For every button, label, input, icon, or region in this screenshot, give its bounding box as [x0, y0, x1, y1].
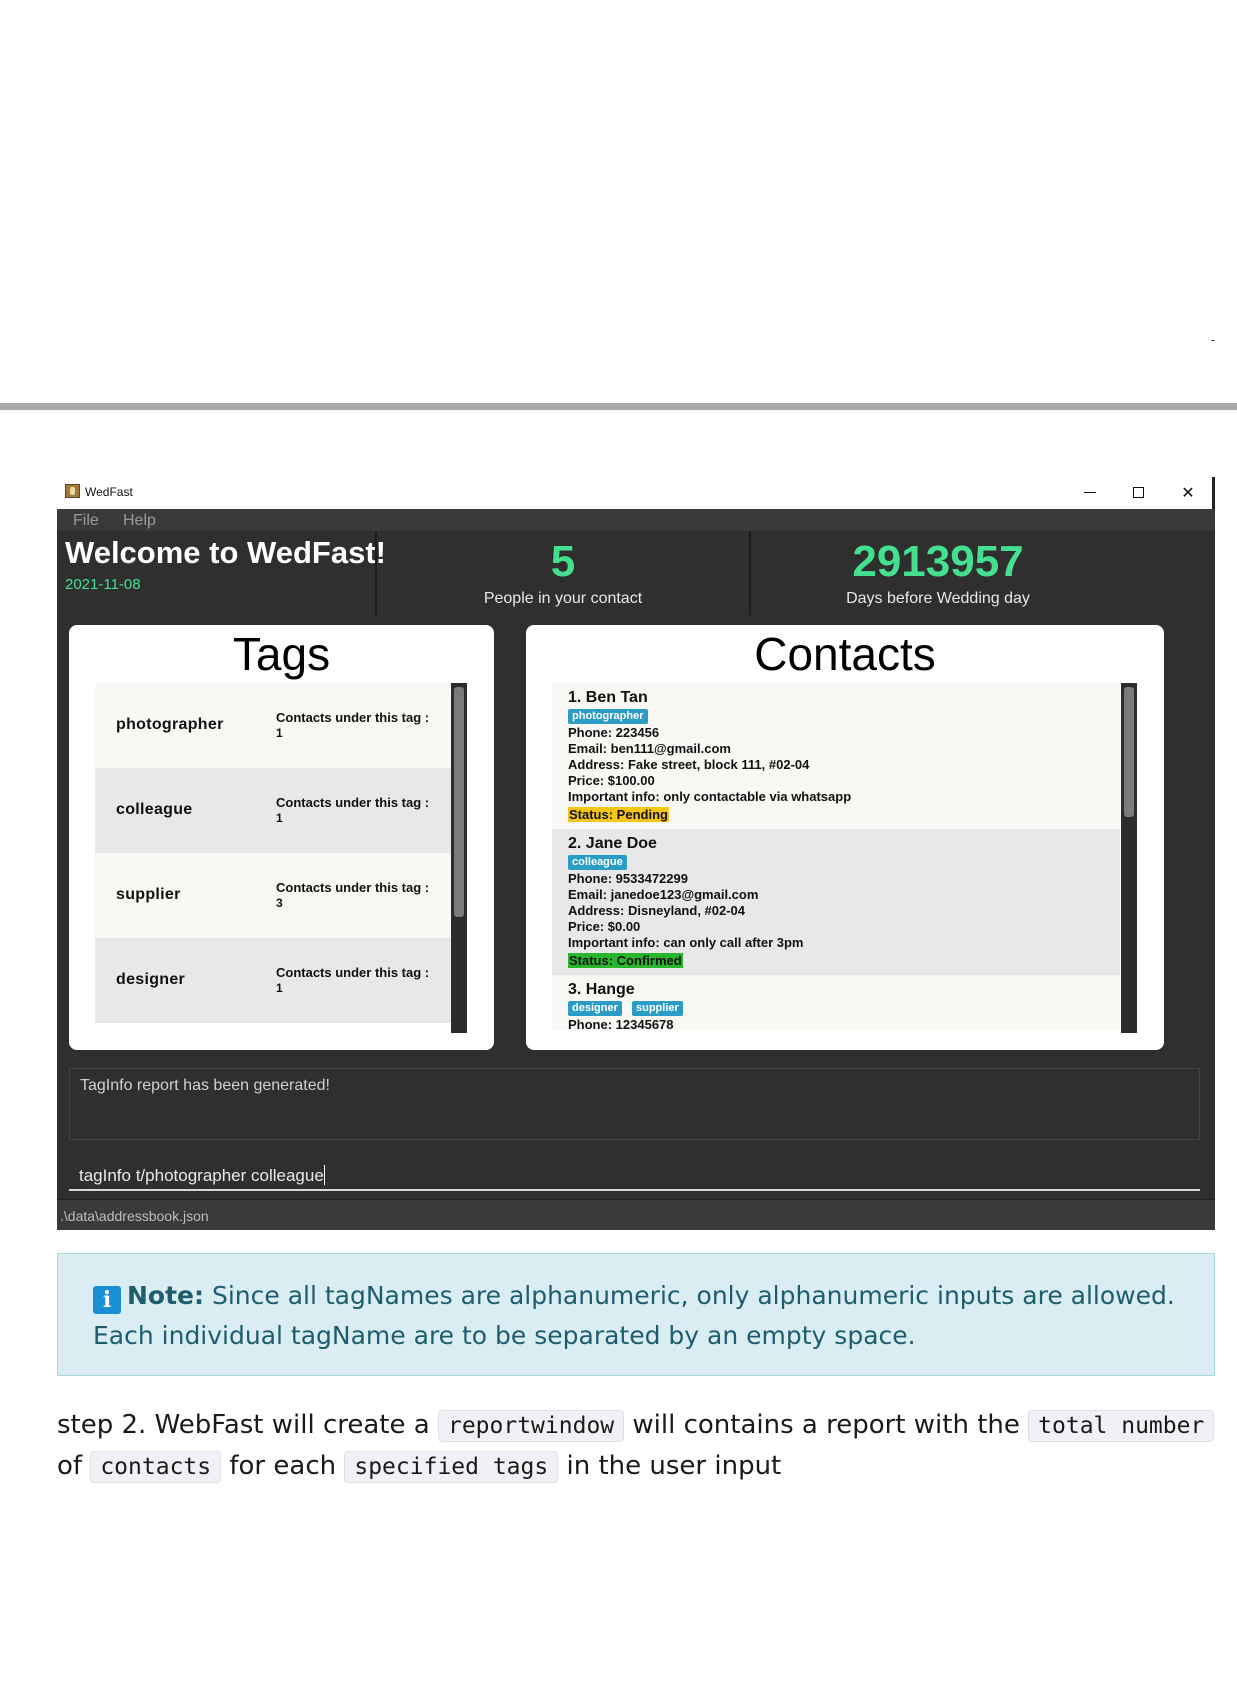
- tag-chip: colleague: [568, 855, 627, 870]
- menu-file[interactable]: File: [73, 512, 99, 530]
- contacts-panel: Contacts 1. Ben Tan photographer Phone: …: [526, 625, 1164, 1050]
- welcome-title: Welcome to WedFast!: [65, 535, 386, 570]
- current-date: 2021-11-08: [65, 576, 141, 593]
- minimize-icon: [1084, 492, 1096, 493]
- tag-chip: photographer: [568, 709, 648, 724]
- info-icon: i: [93, 1286, 121, 1314]
- status-bar: .\data\addressbook.json: [57, 1199, 1215, 1230]
- tags-scrollbar-thumb[interactable]: [454, 687, 464, 917]
- step-text: for each: [221, 1451, 345, 1481]
- contact-address: Address: Fake street, block 111, #02-04: [568, 757, 810, 772]
- header: Welcome to WedFast! 2021-11-08 5 People …: [57, 531, 1215, 615]
- step-text: of: [57, 1451, 91, 1481]
- step-text: will contains a report with the: [624, 1410, 1029, 1440]
- result-message: TagInfo report has been generated!: [80, 1077, 330, 1094]
- contact-phone: Phone: 12345678: [568, 1017, 674, 1030]
- step-text: step 2. WebFast will create a: [57, 1410, 438, 1440]
- tag-count: 1: [276, 981, 283, 995]
- days-count: 2913957: [852, 537, 1024, 586]
- contact-card[interactable]: 3. Hange designer supplier Phone: 123456…: [552, 975, 1120, 1030]
- contacts-scrollbar[interactable]: [1121, 683, 1137, 1033]
- contact-name: 1. Ben Tan: [568, 689, 648, 706]
- contacts-scrollbar-thumb[interactable]: [1124, 687, 1134, 817]
- people-count: 5: [550, 537, 576, 586]
- app-icon: [65, 484, 80, 498]
- contact-email: Email: janedoe123@gmail.com: [568, 887, 759, 902]
- window-edge: [1212, 477, 1215, 509]
- save-location: .\data\addressbook.json: [60, 1208, 209, 1224]
- contact-info: Important info: only contactable via wha…: [568, 789, 852, 804]
- tag-name: colleague: [116, 801, 193, 818]
- contact-info: Important info: can only call after 3pm: [568, 935, 804, 950]
- tag-row[interactable]: photographer Contacts under this tag : 1: [95, 683, 451, 768]
- tag-count-label: Contacts under this tag :: [276, 880, 430, 895]
- contact-card[interactable]: 1. Ben Tan photographer Phone: 223456 Em…: [552, 683, 1120, 829]
- menu-help[interactable]: Help: [123, 512, 156, 530]
- note-label: Note:: [127, 1281, 205, 1310]
- contact-address: Address: Disneyland, #02-04: [568, 903, 746, 918]
- inline-code: contacts: [90, 1451, 222, 1483]
- maximize-button[interactable]: [1115, 477, 1163, 509]
- tag-chip: supplier: [632, 1001, 683, 1016]
- tag-count: 3: [276, 896, 283, 910]
- tag-count-label: Contacts under this tag :: [276, 795, 430, 810]
- stray-mark: [1211, 340, 1215, 341]
- step-paragraph: step 2. WebFast will create a reportwind…: [57, 1405, 1227, 1487]
- minimize-button[interactable]: [1066, 477, 1114, 509]
- window-title: WedFast: [85, 485, 133, 499]
- inline-code: specified tags: [344, 1451, 559, 1483]
- tags-title: Tags: [232, 628, 331, 680]
- tag-name: photographer: [116, 716, 224, 733]
- close-icon: ✕: [1181, 483, 1195, 502]
- days-label: Days before Wedding day: [846, 590, 1030, 607]
- tag-list[interactable]: photographer Contacts under this tag : 1…: [95, 683, 451, 1030]
- inline-code: total number: [1028, 1410, 1215, 1442]
- tag-row[interactable]: supplier Contacts under this tag : 3: [95, 853, 451, 938]
- note-text: i Note: Since all tagNames are alphanumer…: [93, 1276, 1193, 1356]
- contact-phone: Phone: 9533472299: [568, 871, 688, 886]
- tag-name: supplier: [116, 886, 181, 903]
- command-input[interactable]: tagInfo t/photographer colleague: [79, 1165, 325, 1186]
- people-label: People in your contact: [483, 590, 643, 607]
- tag-row[interactable]: colleague Contacts under this tag : 1: [95, 768, 451, 853]
- contact-name: 3. Hange: [568, 981, 635, 998]
- note-callout: i Note: Since all tagNames are alphanumer…: [57, 1253, 1215, 1376]
- tag-count-label: Contacts under this tag :: [276, 710, 430, 725]
- contact-card[interactable]: 2. Jane Doe colleague Phone: 9533472299 …: [552, 829, 1120, 975]
- tag-count-label: Contacts under this tag :: [276, 965, 430, 980]
- tag-count: 1: [276, 811, 283, 825]
- contact-price: Price: $100.00: [568, 773, 655, 788]
- tag-chip: designer: [568, 1001, 622, 1016]
- tags-panel: Tags photographer Contacts under this ta…: [69, 625, 494, 1050]
- command-value: tagInfo t/photographer colleague: [79, 1166, 324, 1185]
- title-bar[interactable]: WedFast ✕: [57, 477, 1215, 509]
- tag-row[interactable]: designer Contacts under this tag : 1: [95, 938, 451, 1023]
- text-caret: [323, 1165, 325, 1185]
- app-window: WedFast ✕ File Help Welcome to WedFast! …: [57, 477, 1215, 1230]
- maximize-icon: [1133, 487, 1144, 498]
- menu-bar: File Help: [57, 509, 1215, 531]
- status-badge: Status: Pending: [568, 807, 669, 822]
- horizontal-rule: [0, 403, 1237, 410]
- contact-name: 2. Jane Doe: [568, 835, 657, 852]
- tag-name: designer: [116, 971, 186, 988]
- contacts-title: Contacts: [754, 628, 936, 680]
- contact-email: Email: ben111@gmail.com: [568, 741, 731, 756]
- contact-phone: Phone: 223456: [568, 725, 660, 740]
- close-button[interactable]: ✕: [1164, 477, 1212, 509]
- tag-count: 1: [276, 726, 283, 740]
- note-body: Since all tagNames are alphanumeric, onl…: [93, 1281, 1175, 1350]
- status-badge: Status: Confirmed: [568, 953, 683, 968]
- inline-code: reportwindow: [437, 1410, 625, 1442]
- tags-scrollbar[interactable]: [451, 683, 467, 1033]
- contact-price: Price: $0.00: [568, 919, 641, 934]
- step-text: in the user input: [558, 1451, 782, 1481]
- command-box[interactable]: tagInfo t/photographer colleague: [69, 1157, 1200, 1191]
- contact-list[interactable]: 1. Ben Tan photographer Phone: 223456 Em…: [552, 683, 1120, 1030]
- result-display: TagInfo report has been generated!: [69, 1068, 1200, 1140]
